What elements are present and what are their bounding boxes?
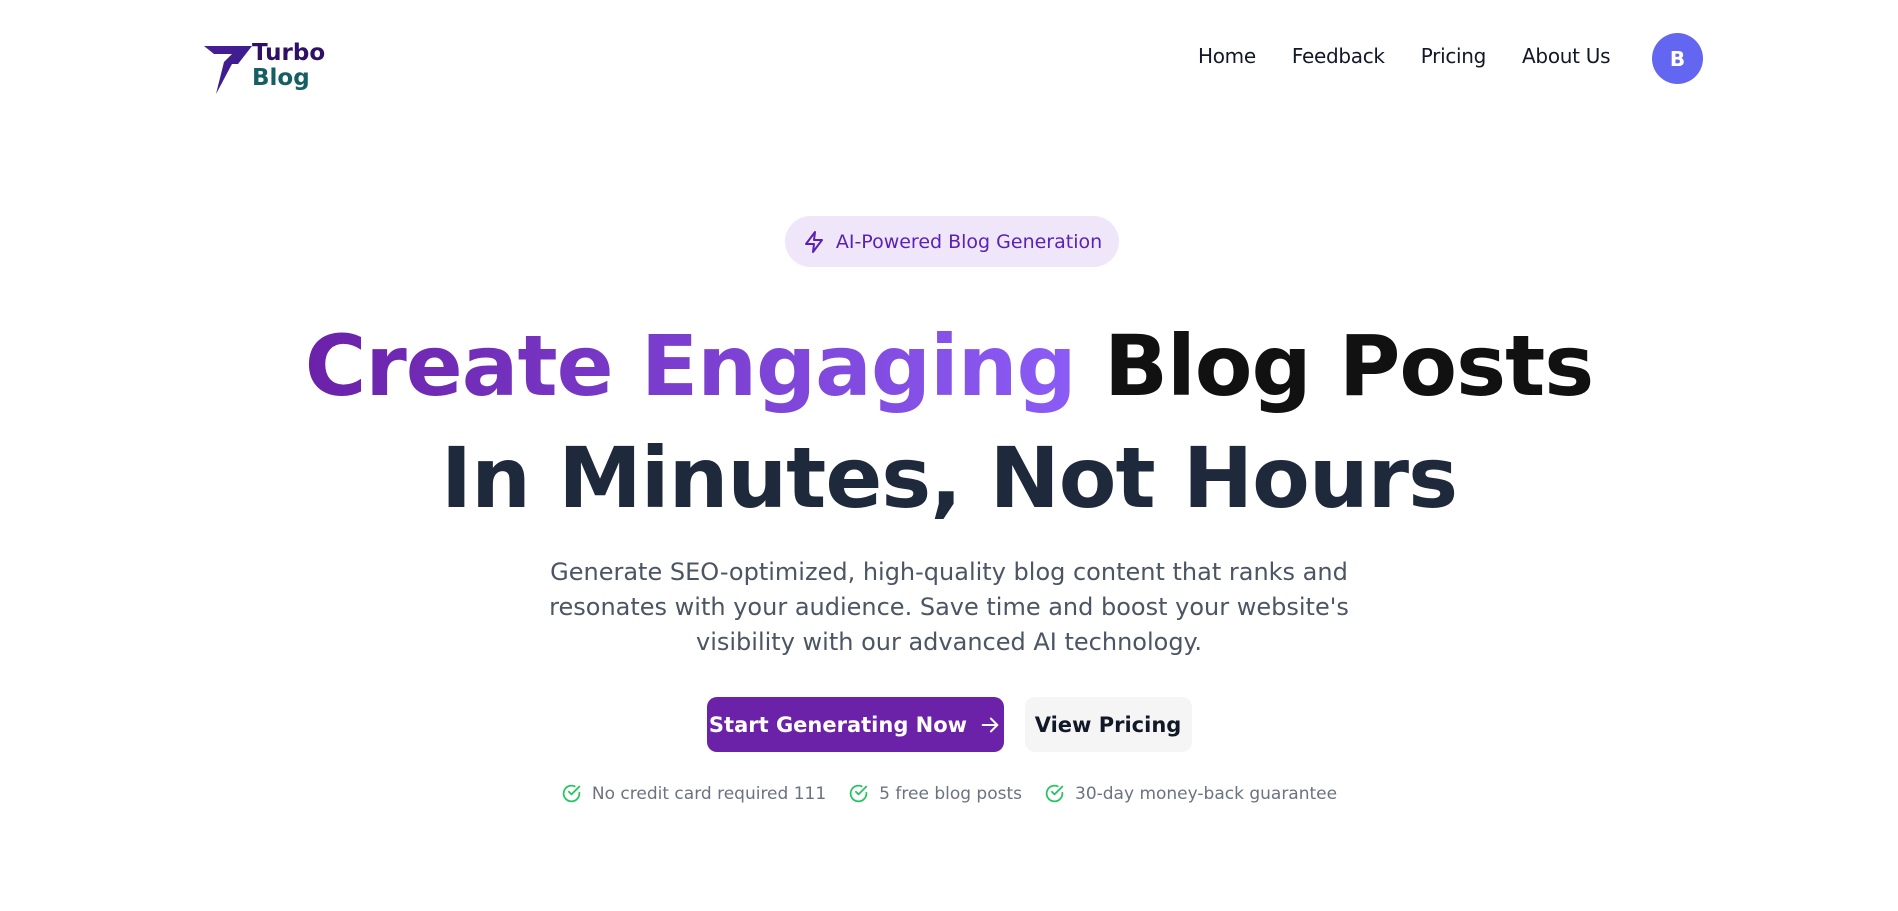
feature-item: 5 free blog posts — [848, 783, 1022, 804]
feature-label: No credit card required 111 — [591, 783, 827, 804]
start-generating-label: Start Generating Now — [708, 712, 968, 737]
cta-group: Start Generating Now View Pricing — [0, 697, 1898, 752]
check-circle-icon — [562, 784, 581, 803]
feature-label: 30-day money-back guarantee — [1075, 783, 1338, 804]
hero-headline: Create Engaging Blog Posts In Minutes, N… — [0, 310, 1898, 534]
headline-dark-text: Blog Posts — [1103, 317, 1594, 415]
feature-list: No credit card required 111 5 free blog … — [0, 783, 1898, 804]
nav-pricing[interactable]: Pricing — [1421, 44, 1487, 68]
brand-name-line1: Turbo — [252, 40, 326, 66]
headline-gradient-text: Create Engaging — [304, 317, 1077, 415]
user-avatar[interactable]: B — [1652, 33, 1703, 84]
headline-line2: In Minutes, Not Hours — [440, 429, 1458, 527]
feature-label: 5 free blog posts — [879, 783, 1022, 804]
check-circle-icon — [849, 784, 868, 803]
brand-logo[interactable]: Turbo Blog — [202, 41, 325, 96]
nav-home[interactable]: Home — [1198, 44, 1256, 68]
nav-about-us[interactable]: About Us — [1522, 44, 1610, 68]
nav-feedback[interactable]: Feedback — [1292, 44, 1385, 68]
brand-name: Turbo Blog — [252, 41, 325, 91]
main-nav: Home Feedback Pricing About Us — [1198, 44, 1611, 68]
feature-badge: AI-Powered Blog Generation — [785, 216, 1119, 267]
lightning-logo-icon — [204, 46, 252, 94]
start-generating-button[interactable]: Start Generating Now — [706, 697, 1004, 752]
avatar-initial: B — [1669, 46, 1686, 71]
view-pricing-label: View Pricing — [1034, 712, 1182, 737]
view-pricing-button[interactable]: View Pricing — [1024, 697, 1192, 752]
brand-name-line2: Blog — [252, 65, 310, 91]
hero-subtitle: Generate SEO-optimized, high-quality blo… — [549, 558, 1349, 656]
landing-page: Turbo Blog Home Feedback Pricing About U… — [0, 0, 1898, 911]
feature-item: No credit card required 111 — [561, 783, 826, 804]
lightning-icon — [804, 230, 823, 253]
check-circle-icon — [1045, 784, 1064, 803]
badge-label: AI-Powered Blog Generation — [835, 230, 1103, 253]
arrow-right-icon — [981, 717, 999, 732]
site-header: Turbo Blog Home Feedback Pricing About U… — [0, 0, 1898, 118]
feature-item: 30-day money-back guarantee — [1044, 783, 1337, 804]
